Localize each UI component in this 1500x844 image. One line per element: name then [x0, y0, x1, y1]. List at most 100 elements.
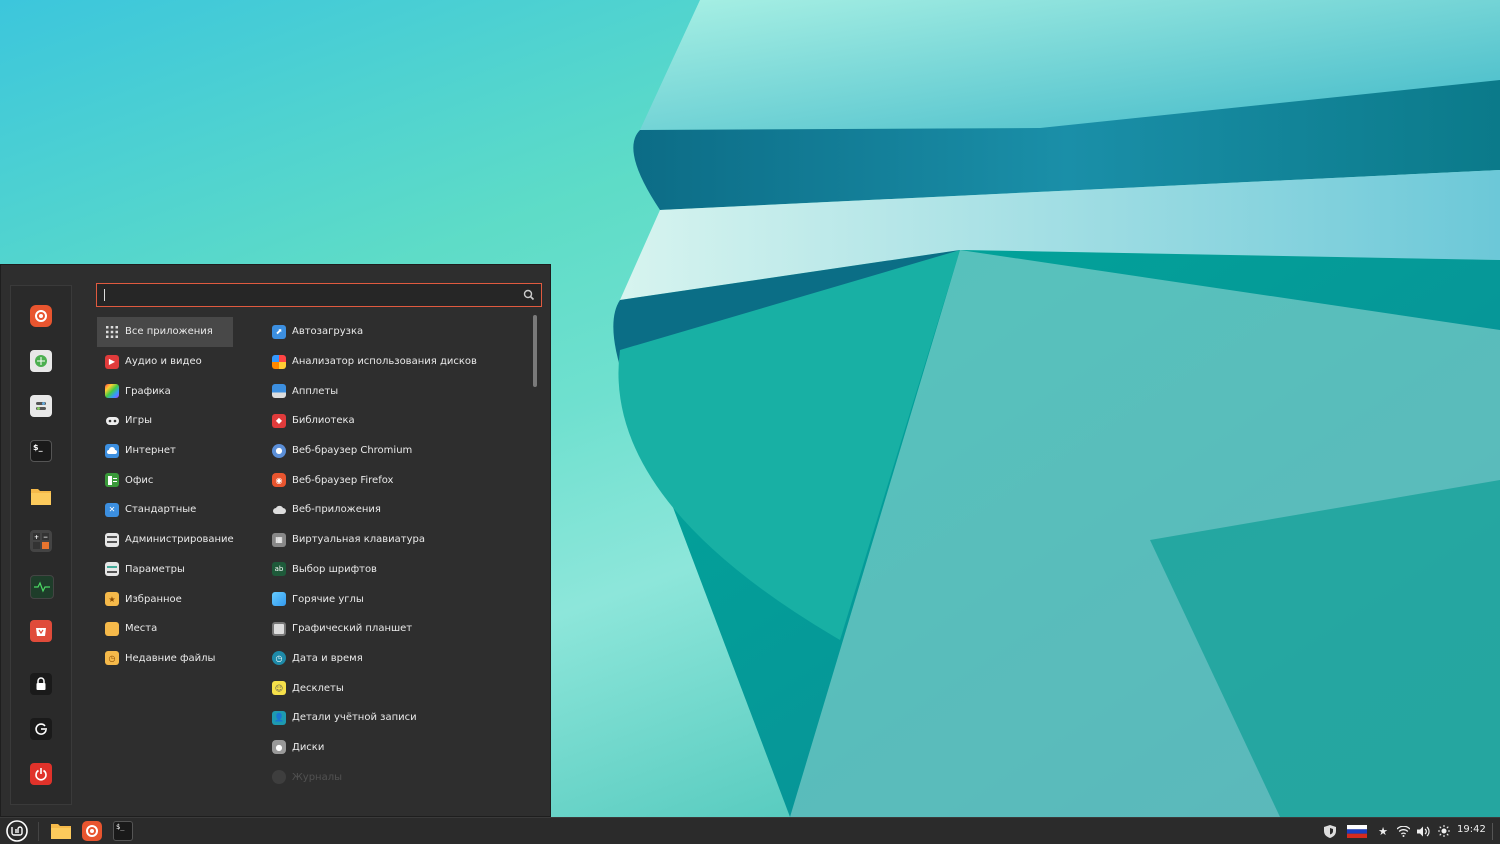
favorites-folder-icon: ★ — [105, 592, 119, 607]
category-label: Администрирование — [125, 534, 234, 546]
firefox-launcher[interactable] — [81, 821, 103, 841]
app-label: Веб-браузер Chromium — [292, 445, 413, 457]
update-manager-icon[interactable] — [30, 620, 52, 642]
places-folder-icon — [105, 621, 119, 636]
grid-icon — [105, 325, 119, 339]
firefox-icon[interactable] — [30, 305, 52, 327]
svg-text:−: − — [43, 534, 48, 541]
show-desktop-button[interactable] — [1492, 823, 1493, 840]
lock-screen-icon[interactable] — [30, 673, 52, 695]
category-internet[interactable]: Интернет — [97, 436, 233, 466]
app-label: Виртуальная клавиатура — [292, 534, 426, 546]
category-preferences[interactable]: Параметры — [97, 555, 233, 585]
app-hot-corners[interactable]: Горячие углы — [267, 584, 529, 614]
text-caret — [104, 289, 105, 301]
app-web-apps[interactable]: Веб-приложения — [267, 495, 529, 525]
category-all-applications[interactable]: Все приложения — [97, 317, 233, 347]
brightness-icon[interactable] — [1437, 824, 1451, 838]
app-startup[interactable]: ⬈ Автозагрузка — [267, 317, 529, 347]
app-desklets[interactable]: ☺ Десклеты — [267, 673, 529, 703]
category-games[interactable]: Игры — [97, 406, 233, 436]
app-graphics-tablet[interactable]: Графический планшет — [267, 614, 529, 644]
menu-button[interactable] — [4, 820, 30, 842]
accessories-icon: ✕ — [105, 502, 119, 517]
software-manager-icon[interactable] — [30, 350, 52, 372]
disks-icon: ● — [272, 740, 286, 755]
logs-icon — [272, 770, 286, 785]
app-list-scrollbar[interactable] — [533, 315, 537, 387]
startup-icon: ⬈ — [272, 324, 286, 339]
logout-icon[interactable] — [30, 718, 52, 740]
search-icon — [523, 289, 535, 301]
app-label: Анализатор использования дисков — [292, 356, 477, 368]
app-label: Десклеты — [292, 682, 344, 694]
applets-icon — [272, 384, 286, 399]
application-list: ⬈ Автозагрузка Анализатор использования д… — [267, 317, 529, 792]
app-label: Апплеты — [292, 385, 339, 397]
terminal-icon[interactable]: $_ — [30, 440, 52, 462]
category-audio-video[interactable]: ▶ Аудио и видео — [97, 347, 233, 377]
category-administration[interactable]: Администрирование — [97, 525, 234, 555]
category-label: Параметры — [125, 563, 185, 575]
terminal-icon: $_ — [113, 821, 133, 841]
app-logs[interactable]: Журналы — [267, 762, 529, 792]
search-input[interactable] — [96, 283, 542, 307]
category-label: Избранное — [125, 593, 182, 605]
files-icon[interactable] — [30, 485, 52, 507]
category-places[interactable]: Места — [97, 614, 233, 644]
terminal-launcher[interactable]: $_ — [112, 821, 134, 841]
webapps-icon — [272, 503, 286, 517]
system-monitor-icon[interactable] — [30, 575, 54, 599]
app-date-time[interactable]: ◷ Дата и время — [267, 644, 529, 674]
files-icon — [51, 824, 71, 839]
app-font-viewer[interactable]: ab Выбор шрифтов — [267, 555, 529, 585]
app-chromium[interactable]: ● Веб-браузер Chromium — [267, 436, 529, 466]
app-label: Выбор шрифтов — [292, 563, 377, 575]
app-label: Горячие углы — [292, 593, 364, 605]
category-accessories[interactable]: ✕ Стандартные — [97, 495, 233, 525]
favorites-sidebar: $_ + − — [10, 285, 72, 805]
mint-logo-icon — [6, 820, 28, 842]
app-applets[interactable]: Апплеты — [267, 376, 529, 406]
power-icon[interactable] — [30, 763, 52, 785]
shield-icon[interactable] — [1323, 824, 1337, 838]
app-label: Графический планшет — [292, 623, 413, 635]
app-account-details[interactable]: 👤 Детали учётной записи — [267, 703, 529, 733]
category-office[interactable]: Офис — [97, 465, 233, 495]
files-launcher[interactable] — [49, 821, 73, 841]
app-virtual-keyboard[interactable]: ▦ Виртуальная клавиатура — [267, 525, 529, 555]
system-settings-icon[interactable] — [30, 395, 52, 417]
category-label: Графика — [125, 385, 171, 397]
panel-separator — [38, 822, 39, 841]
desklets-icon: ☺ — [272, 681, 286, 696]
cloud-icon — [105, 443, 119, 458]
calculator-icon[interactable]: + − — [30, 530, 52, 552]
category-label: Аудио и видео — [125, 356, 202, 368]
media-icon: ▶ — [105, 354, 119, 369]
library-icon: ◆ — [272, 413, 286, 428]
app-firefox[interactable]: ◉ Веб-браузер Firefox — [267, 465, 529, 495]
category-label: Офис — [125, 474, 154, 486]
wifi-icon[interactable] — [1396, 824, 1410, 838]
volume-icon[interactable] — [1416, 824, 1430, 838]
app-label: Веб-приложения — [292, 504, 381, 516]
admin-icon — [105, 532, 119, 547]
gamepad-icon — [105, 414, 119, 428]
category-label: Стандартные — [125, 504, 197, 516]
disk-usage-icon — [272, 354, 286, 369]
firefox-icon — [82, 821, 102, 841]
category-recent-files[interactable]: ◷ Недавние файлы — [97, 644, 233, 674]
app-disk-usage-analyzer[interactable]: Анализатор использования дисков — [267, 347, 529, 377]
category-favorites[interactable]: ★ Избранное — [97, 584, 233, 614]
application-menu: $_ + − Все приложения ▶ Аудио и видео Гр… — [0, 264, 551, 817]
app-disks[interactable]: ● Диски — [267, 733, 529, 763]
account-icon: 👤 — [272, 710, 286, 725]
russian-flag-icon[interactable] — [1346, 824, 1368, 838]
app-library[interactable]: ◆ Библиотека — [267, 406, 529, 436]
taskbar: $_ ★ 19:42 — [0, 817, 1500, 844]
keyboard-icon: ▦ — [272, 532, 286, 547]
clock[interactable]: 19:42 — [1457, 824, 1486, 835]
star-icon[interactable]: ★ — [1376, 824, 1390, 838]
category-graphics[interactable]: Графика — [97, 376, 233, 406]
category-label: Места — [125, 623, 158, 635]
